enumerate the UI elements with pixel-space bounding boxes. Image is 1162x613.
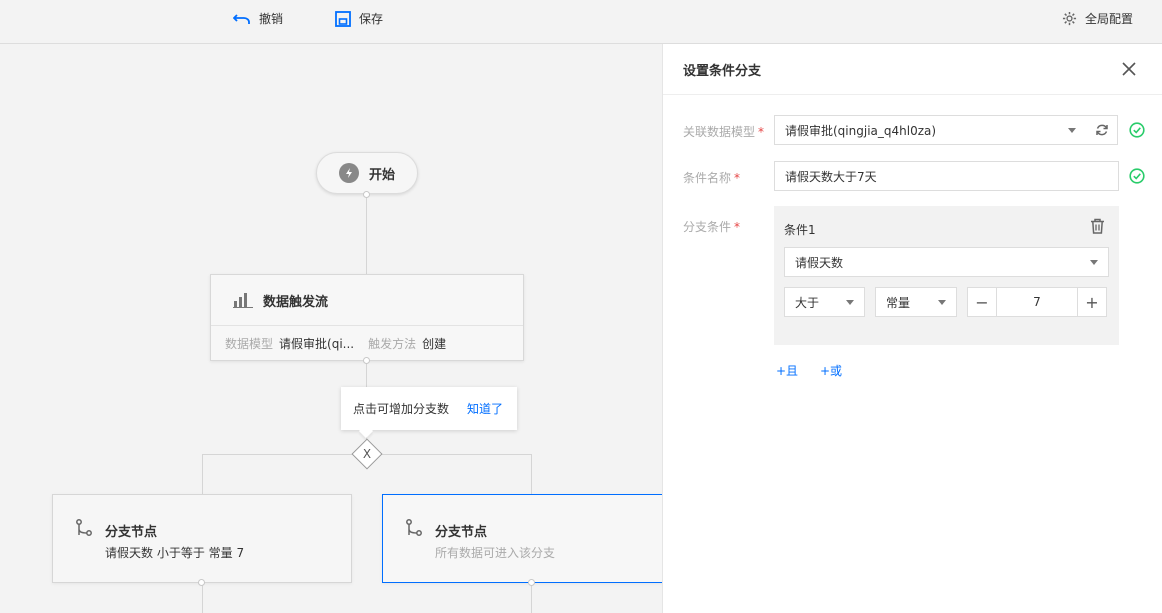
condition-group: 条件1 请假天数 大于 常量 − 7 + <box>774 206 1119 345</box>
condition-field-value: 请假天数 <box>795 255 844 270</box>
exclusive-gateway[interactable]: X <box>351 438 383 470</box>
connector-line <box>366 194 367 274</box>
branch-title: 分支节点 <box>435 525 488 540</box>
chevron-down-icon <box>938 300 946 305</box>
refresh-icon <box>1095 124 1108 136</box>
refresh-button[interactable] <box>1086 115 1118 145</box>
condition-name-value: 请假天数大于7天 <box>785 169 877 184</box>
plus-icon: + <box>1085 292 1099 312</box>
model-select-value: 请假审批(qingjia_q4hl0za) <box>785 123 937 138</box>
model-select[interactable]: 请假审批(qingjia_q4hl0za) <box>774 115 1087 145</box>
global-settings-button[interactable]: 全局配置 <box>1062 10 1133 27</box>
check-circle-icon <box>1129 122 1145 138</box>
connector-dot <box>363 191 370 198</box>
branch-condition-label: 分支条件 * <box>683 220 741 234</box>
value-stepper-input[interactable]: 7 <box>997 287 1077 317</box>
branch-node[interactable]: 分支节点 请假天数 小于等于 常量 7 <box>52 494 352 583</box>
connector-line <box>202 454 203 494</box>
condition-settings-panel: 设置条件分支 关联数据模型 * 请假审批(qingjia_q4hl0za) 条件名… <box>662 44 1162 613</box>
method-key: 触发方法 <box>368 337 417 351</box>
add-and-condition-link[interactable]: +且 <box>776 362 798 379</box>
value-type-select[interactable]: 常量 <box>875 287 957 317</box>
branch-title: 分支节点 <box>105 525 158 540</box>
value-stepper-value: 7 <box>1033 295 1041 309</box>
increment-button[interactable]: + <box>1077 287 1107 317</box>
model-value: 请假审批(qi... <box>279 337 355 351</box>
connector-line <box>202 583 203 613</box>
branch-icon <box>406 519 422 536</box>
branch-icon <box>76 519 92 536</box>
chevron-down-icon <box>846 300 854 305</box>
check-circle-icon <box>1129 168 1145 184</box>
connector-dot <box>528 579 535 586</box>
start-label: 开始 <box>368 167 395 183</box>
gear-icon <box>1062 11 1077 26</box>
gateway-symbol: X <box>362 447 372 461</box>
branch-desc: 请假天数 小于等于 常量 7 <box>105 546 245 560</box>
minus-icon: − <box>975 292 989 312</box>
connector-line <box>531 583 532 613</box>
save-label: 保存 <box>359 12 384 26</box>
undo-icon <box>233 13 250 24</box>
save-icon <box>335 10 351 27</box>
connector-line <box>531 454 532 494</box>
undo-label: 撤销 <box>259 12 284 26</box>
condition-name-input[interactable]: 请假天数大于7天 <box>774 161 1119 191</box>
bar-chart-icon <box>233 293 253 308</box>
chevron-down-icon <box>1068 128 1076 133</box>
start-node[interactable]: 开始 <box>316 152 418 194</box>
stopwatch-icon <box>338 163 359 183</box>
tip-dismiss-link[interactable]: 知道了 <box>467 400 503 417</box>
flow-canvas[interactable]: 开始 数据触发流 数据模型 请假审批(qi... 触发方法 创建 点击可增加分支… <box>0 45 662 613</box>
operator-select[interactable]: 大于 <box>784 287 865 317</box>
method-value: 创建 <box>422 337 447 351</box>
condition-field-select[interactable]: 请假天数 <box>784 247 1109 277</box>
operator-value: 大于 <box>795 295 820 310</box>
branch-desc: 所有数据可进入该分支 <box>435 546 556 560</box>
connector-dot <box>198 579 205 586</box>
trigger-title: 数据触发流 <box>263 294 329 310</box>
tip-popover: 点击可增加分支数 知道了 <box>341 387 517 430</box>
global-settings-label: 全局配置 <box>1085 12 1134 26</box>
add-or-condition-link[interactable]: +或 <box>820 362 842 379</box>
chevron-down-icon <box>1090 260 1098 265</box>
tip-text: 点击可增加分支数 <box>353 402 450 416</box>
top-toolbar: 撤销 保存 全局配置 <box>0 0 1162 44</box>
branch-node-selected[interactable]: 分支节点 所有数据可进入该分支 <box>382 494 662 583</box>
trigger-meta: 数据模型 请假审批(qi... 触发方法 创建 <box>211 326 523 361</box>
save-button[interactable]: 保存 <box>335 10 383 27</box>
condition-title: 条件1 <box>784 223 816 237</box>
value-type-value: 常量 <box>886 295 911 310</box>
close-icon[interactable] <box>1122 62 1136 76</box>
trigger-node[interactable]: 数据触发流 数据模型 请假审批(qi... 触发方法 创建 <box>210 274 524 361</box>
model-field-label: 关联数据模型 * <box>683 125 765 139</box>
undo-button[interactable]: 撤销 <box>233 10 283 27</box>
panel-title: 设置条件分支 <box>663 44 1162 95</box>
name-field-label: 条件名称 * <box>683 171 741 185</box>
connector-dot <box>363 357 370 364</box>
trigger-node-header: 数据触发流 <box>211 275 523 326</box>
trash-icon[interactable] <box>1090 218 1105 234</box>
decrement-button[interactable]: − <box>967 287 997 317</box>
model-key: 数据模型 <box>225 337 274 351</box>
